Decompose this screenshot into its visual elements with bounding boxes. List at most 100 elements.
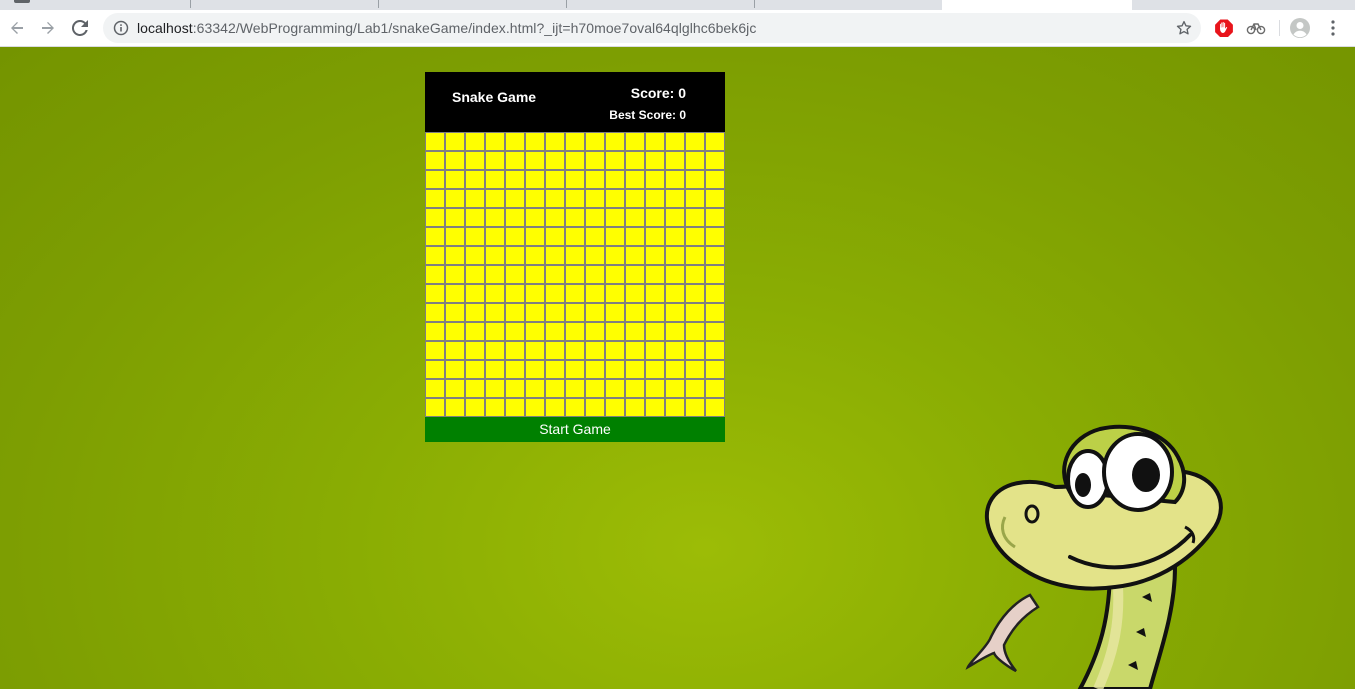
profile-button[interactable]	[1290, 18, 1310, 38]
grid-cell	[425, 379, 445, 398]
grid-cell	[585, 246, 605, 265]
grid-cell	[645, 208, 665, 227]
grid-cell	[505, 322, 525, 341]
info-icon[interactable]	[113, 20, 129, 36]
grid-cell	[545, 284, 565, 303]
grid-cell	[565, 379, 585, 398]
grid-cell	[445, 189, 465, 208]
game-board[interactable]	[425, 132, 725, 417]
grid-cell	[465, 322, 485, 341]
reload-button[interactable]	[66, 14, 94, 42]
grid-cell	[685, 284, 705, 303]
grid-cell	[565, 303, 585, 322]
grid-cell	[525, 284, 545, 303]
grid-cell	[525, 398, 545, 417]
profile-avatar-icon	[1290, 18, 1310, 38]
grid-cell	[585, 360, 605, 379]
grid-cell	[545, 170, 565, 189]
grid-cell	[465, 151, 485, 170]
grid-cell	[605, 341, 625, 360]
grid-cell	[605, 246, 625, 265]
grid-cell	[645, 265, 665, 284]
grid-cell	[505, 360, 525, 379]
grid-cell	[705, 151, 725, 170]
grid-cell	[565, 265, 585, 284]
grid-cell	[645, 379, 665, 398]
grid-cell	[665, 170, 685, 189]
grid-cell	[705, 379, 725, 398]
grid-cell	[585, 132, 605, 151]
url-host: localhost	[137, 20, 193, 36]
grid-cell	[505, 265, 525, 284]
url-text[interactable]: localhost:63342/WebProgramming/Lab1/snak…	[137, 20, 756, 36]
adblock-extension-button[interactable]	[1214, 18, 1234, 38]
grid-cell	[525, 170, 545, 189]
grid-cell	[425, 246, 445, 265]
grid-cell	[445, 265, 465, 284]
grid-cell	[685, 151, 705, 170]
tab-separator	[190, 0, 191, 8]
url-path: :63342/WebProgramming/Lab1/snakeGame/ind…	[192, 20, 757, 36]
grid-cell	[545, 151, 565, 170]
browser-menu-button[interactable]	[1323, 18, 1343, 38]
grid-cell	[705, 246, 725, 265]
active-tab[interactable]	[942, 0, 1132, 10]
grid-cell	[605, 170, 625, 189]
grid-cell	[525, 151, 545, 170]
grid-cell	[485, 284, 505, 303]
forward-button[interactable]	[34, 14, 62, 42]
grid-cell	[425, 284, 445, 303]
grid-cell	[425, 151, 445, 170]
grid-cell	[705, 265, 725, 284]
grid-cell	[505, 132, 525, 151]
grid-cell	[645, 246, 665, 265]
grid-cell	[505, 284, 525, 303]
grid-cell	[485, 303, 505, 322]
start-game-button[interactable]: Start Game	[425, 417, 725, 442]
grid-cell	[605, 189, 625, 208]
grid-cell	[545, 379, 565, 398]
grid-cell	[665, 208, 685, 227]
grid-cell	[705, 284, 725, 303]
grid-cell	[505, 398, 525, 417]
browser-toolbar: localhost:63342/WebProgramming/Lab1/snak…	[0, 10, 1355, 47]
grid-cell	[705, 189, 725, 208]
star-icon[interactable]	[1175, 19, 1193, 37]
back-arrow-icon	[11, 22, 23, 34]
grid-cell	[665, 341, 685, 360]
grid-cell	[665, 246, 685, 265]
grid-cell	[605, 379, 625, 398]
grid-cell	[505, 208, 525, 227]
grid-cell	[565, 170, 585, 189]
grid-cell	[605, 151, 625, 170]
grid-cell	[445, 360, 465, 379]
grid-cell	[445, 227, 465, 246]
grid-cell	[545, 360, 565, 379]
grid-cell	[545, 322, 565, 341]
grid-cell	[465, 284, 485, 303]
grid-cell	[645, 303, 665, 322]
grid-cell	[685, 227, 705, 246]
grid-cell	[605, 284, 625, 303]
grid-cell	[465, 189, 485, 208]
adblock-icon	[1215, 19, 1233, 37]
extension-button[interactable]	[1246, 18, 1266, 38]
grid-cell	[505, 303, 525, 322]
back-button[interactable]	[3, 14, 31, 42]
grid-cell	[505, 170, 525, 189]
tab-separator	[566, 0, 567, 8]
grid-cell	[705, 170, 725, 189]
grid-cell	[605, 132, 625, 151]
grid-cell	[545, 398, 565, 417]
grid-cell	[665, 151, 685, 170]
toolbar-divider	[1279, 20, 1280, 36]
game-title: Snake Game	[452, 89, 537, 105]
grid-cell	[525, 360, 545, 379]
address-bar[interactable]: localhost:63342/WebProgramming/Lab1/snak…	[103, 13, 1201, 43]
grid-cell	[645, 227, 665, 246]
grid-cell	[445, 379, 465, 398]
grid-cell	[425, 265, 445, 284]
grid-cell	[465, 360, 485, 379]
grid-cell	[625, 322, 645, 341]
grid-cell	[585, 398, 605, 417]
